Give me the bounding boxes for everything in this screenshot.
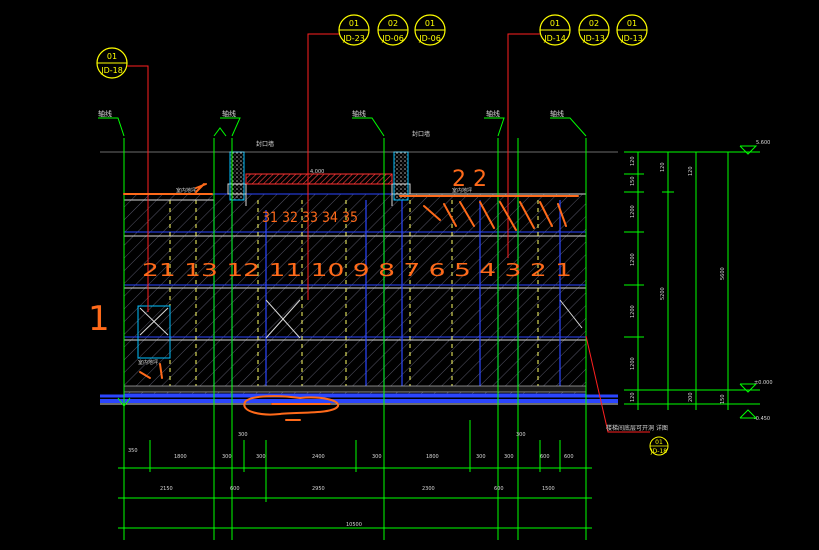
dim-b2-2: 2950 — [312, 486, 325, 492]
axis-label-3: 轴线 — [352, 109, 366, 118]
callout-right-3[interactable]: 01 JD-13 — [616, 14, 648, 46]
dim-b1b-1: 300 — [516, 432, 526, 438]
dim-b1-10: 600 — [564, 454, 574, 460]
callout-middle-2[interactable]: 02 JD-06 — [377, 14, 409, 46]
dim-o0: 120 — [688, 166, 694, 176]
callout-right-3-num: 01 — [627, 19, 637, 28]
callout-middle-3-num: 01 — [425, 19, 435, 28]
handwritten-one: 1 — [88, 299, 110, 339]
dim-o1: 5600 — [720, 267, 726, 280]
dim-r5: 1200 — [630, 305, 636, 318]
dim-b1-6: 1800 — [426, 454, 439, 460]
dim-b1-8: 300 — [504, 454, 514, 460]
room-label-left: 室内地坪 — [176, 187, 196, 194]
callout-right-2[interactable]: 02 JD-13 — [578, 14, 610, 46]
bottom-dimensions — [118, 410, 592, 540]
dim-b1-3: 300 — [256, 454, 266, 460]
dim-b1-7: 300 — [476, 454, 486, 460]
dim-m1: 120 — [660, 162, 666, 172]
seal-wall-right — [393, 151, 409, 201]
handwritten-row-numbers: 21 13 12 11 10 9 8 7 6 5 4 3 2 1 — [142, 260, 572, 281]
dim-r2: 150 — [630, 176, 636, 186]
callout-right-1-ref: JD-14 — [543, 34, 566, 43]
elevation-bottom: -0.450 — [754, 416, 770, 422]
handwritten-stair-numbers: 31 32 33 34 35 — [262, 210, 358, 226]
seal-wall-right-label: 封口墙 — [412, 130, 430, 138]
callout-bottom-num: 01 — [655, 439, 663, 446]
dim-b1-5: 300 — [372, 454, 382, 460]
dim-b2-5: 1500 — [542, 486, 555, 492]
dim-b2-4: 600 — [494, 486, 504, 492]
dim-b1b-0: 300 — [238, 432, 248, 438]
dim-b1-2: 300 — [222, 454, 232, 460]
dim-r6: 1200 — [630, 357, 636, 370]
callout-left-num: 01 — [107, 52, 117, 61]
dim-total: 10500 — [346, 522, 362, 528]
callout-right-1-num: 01 — [550, 19, 560, 28]
dim-b1-9: 600 — [540, 454, 550, 460]
dim-b1-0: 350 — [128, 448, 138, 454]
dim-o2: 150 — [720, 394, 726, 404]
axis-label-2: 轴线 — [222, 109, 236, 118]
callout-middle-1-num: 01 — [349, 19, 359, 28]
callout-bottom-ref: JD-18 — [650, 448, 667, 455]
callout-middle-1-ref: JD-23 — [342, 34, 365, 43]
dim-m2: 5200 — [660, 287, 666, 300]
callout-middle-2-ref: JD-06 — [381, 34, 404, 43]
dim-r1: 120 — [630, 156, 636, 166]
callout-right-1[interactable]: 01 JD-14 — [539, 14, 571, 46]
dim-b2-3: 2300 — [422, 486, 435, 492]
callout-right-2-ref: JD-13 — [582, 34, 605, 43]
axis-label-5: 轴线 — [550, 109, 564, 118]
room-label-bottom: 室内地坪 — [138, 359, 158, 366]
handwritten-two-two: 2 2 — [452, 167, 487, 192]
elevation-top: 5.600 — [756, 140, 770, 146]
callout-middle-2-num: 02 — [388, 19, 398, 28]
dim-b2-1: 600 — [230, 486, 240, 492]
callout-right-2-num: 02 — [589, 19, 599, 28]
dim-m3: 200 — [688, 392, 694, 402]
callout-right-3-ref: JD-13 — [620, 34, 643, 43]
cad-drawing: 轴线 轴线 轴线 轴线 轴线 01 JD-18 01 JD-23 02 JD-0… — [88, 14, 773, 540]
callout-middle-1[interactable]: 01 JD-23 — [338, 14, 370, 46]
axis-label-1: 轴线 — [98, 109, 112, 118]
callout-middle-3-ref: JD-06 — [418, 34, 441, 43]
bottom-note: 楼梯间底层可开洞 详图 — [606, 424, 668, 432]
dim-b2-0: 2150 — [160, 486, 173, 492]
slab-dimension: 4,000 — [310, 169, 324, 175]
callout-middle-3[interactable]: 01 JD-06 — [414, 14, 446, 46]
dim-r3: 1200 — [630, 205, 636, 218]
dim-b1-1: 1800 — [174, 454, 187, 460]
elevation-mid: ±0.000 — [754, 380, 773, 386]
dim-r7: 120 — [630, 392, 636, 402]
dim-r4: 1200 — [630, 253, 636, 266]
callout-left-ref: JD-18 — [100, 66, 123, 75]
axis-label-4: 轴线 — [486, 109, 500, 118]
seal-wall-left-label: 封口墙 — [256, 140, 274, 148]
dim-b1-4: 2400 — [312, 454, 325, 460]
right-dimensions: 120 150 1200 1200 1200 1200 120 120 5200… — [624, 140, 773, 422]
